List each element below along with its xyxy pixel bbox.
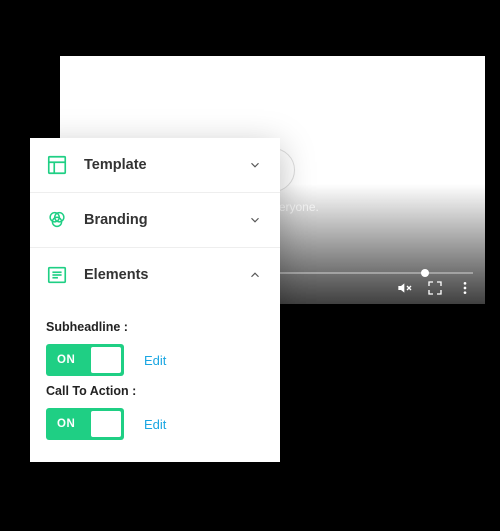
volume-muted-icon[interactable] xyxy=(397,280,413,296)
settings-panel: Template Branding Elements xyxy=(30,138,280,462)
chevron-down-icon xyxy=(248,158,262,172)
fullscreen-icon[interactable] xyxy=(427,280,443,296)
cta-label: Call To Action : xyxy=(46,384,264,398)
toggle-on-label: ON xyxy=(46,418,75,430)
video-progress-knob[interactable] xyxy=(421,269,429,277)
elements-body: Subheadline : ON Edit Call To Action : O… xyxy=(30,302,280,462)
chevron-down-icon xyxy=(248,213,262,227)
subheadline-toggle[interactable]: ON xyxy=(46,344,124,376)
toggle-knob xyxy=(91,347,121,373)
subheadline-controls: ON Edit xyxy=(46,344,264,376)
subheadline-label: Subheadline : xyxy=(46,320,264,334)
accordion-row-template[interactable]: Template xyxy=(30,138,280,193)
branding-icon xyxy=(46,209,68,231)
cta-edit-link[interactable]: Edit xyxy=(144,417,166,432)
subheadline-edit-link[interactable]: Edit xyxy=(144,353,166,368)
cta-toggle[interactable]: ON xyxy=(46,408,124,440)
accordion-label: Elements xyxy=(84,267,248,283)
accordion-label: Template xyxy=(84,157,248,173)
template-icon xyxy=(46,154,68,176)
accordion-row-elements[interactable]: Elements xyxy=(30,248,280,302)
accordion-label: Branding xyxy=(84,212,248,228)
cta-controls: ON Edit xyxy=(46,408,264,440)
toggle-knob xyxy=(91,411,121,437)
toggle-on-label: ON xyxy=(46,354,75,366)
accordion-row-branding[interactable]: Branding xyxy=(30,193,280,248)
chevron-up-icon xyxy=(248,268,262,282)
more-vertical-icon[interactable] xyxy=(457,280,473,296)
elements-icon xyxy=(46,264,68,286)
